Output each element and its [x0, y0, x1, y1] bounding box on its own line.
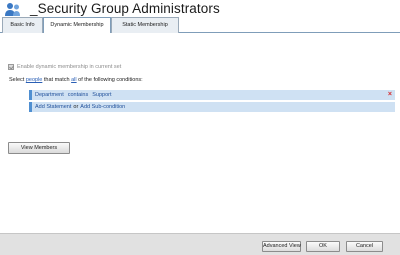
tab-dynamic-membership[interactable]: Dynamic Membership — [43, 17, 111, 34]
tab-static-membership[interactable]: Static Membership — [111, 17, 179, 33]
advanced-view-button[interactable]: Advanced View — [262, 241, 301, 252]
condition-intro: Select people that match all of the foll… — [9, 77, 143, 83]
condition-value[interactable]: Support — [92, 92, 111, 98]
select-middle: that match — [42, 77, 72, 83]
enable-dynamic-label: Enable dynamic membership in current set — [17, 64, 122, 70]
tab-basic-info[interactable]: Basic Info — [2, 17, 43, 33]
select-suffix: of the following conditions: — [76, 77, 143, 83]
add-subcondition-link[interactable]: Add Sub-condition — [80, 104, 125, 110]
view-members-button[interactable]: View Members — [8, 142, 70, 154]
add-statement-link[interactable]: Add Statement — [35, 104, 71, 110]
enable-dynamic-row: Enable dynamic membership in current set — [8, 63, 121, 71]
dynamic-membership-panel: Enable dynamic membership in current set… — [0, 33, 400, 233]
footer-bar: Advanced View OK Cancel — [0, 233, 400, 255]
condition-row[interactable]: Department contains Support × — [29, 90, 395, 100]
add-or-text: or — [73, 104, 79, 110]
condition-operator[interactable]: contains — [68, 92, 89, 98]
select-prefix: Select — [9, 77, 26, 83]
add-condition-row: Add Statement or Add Sub-condition — [29, 102, 395, 112]
tab-bar: Basic Info Dynamic Membership Static Mem… — [0, 17, 400, 34]
conditions-list: Department contains Support × Add Statem… — [29, 90, 395, 112]
condition-field[interactable]: Department — [35, 92, 64, 98]
page-title: _Security Group Administrators — [30, 1, 220, 16]
cancel-button[interactable]: Cancel — [346, 241, 383, 252]
remove-condition-icon[interactable]: × — [388, 91, 392, 98]
ok-button[interactable]: OK — [306, 241, 340, 252]
users-icon — [5, 3, 20, 16]
people-link[interactable]: people — [26, 77, 43, 83]
enable-dynamic-checkbox[interactable] — [8, 64, 14, 70]
